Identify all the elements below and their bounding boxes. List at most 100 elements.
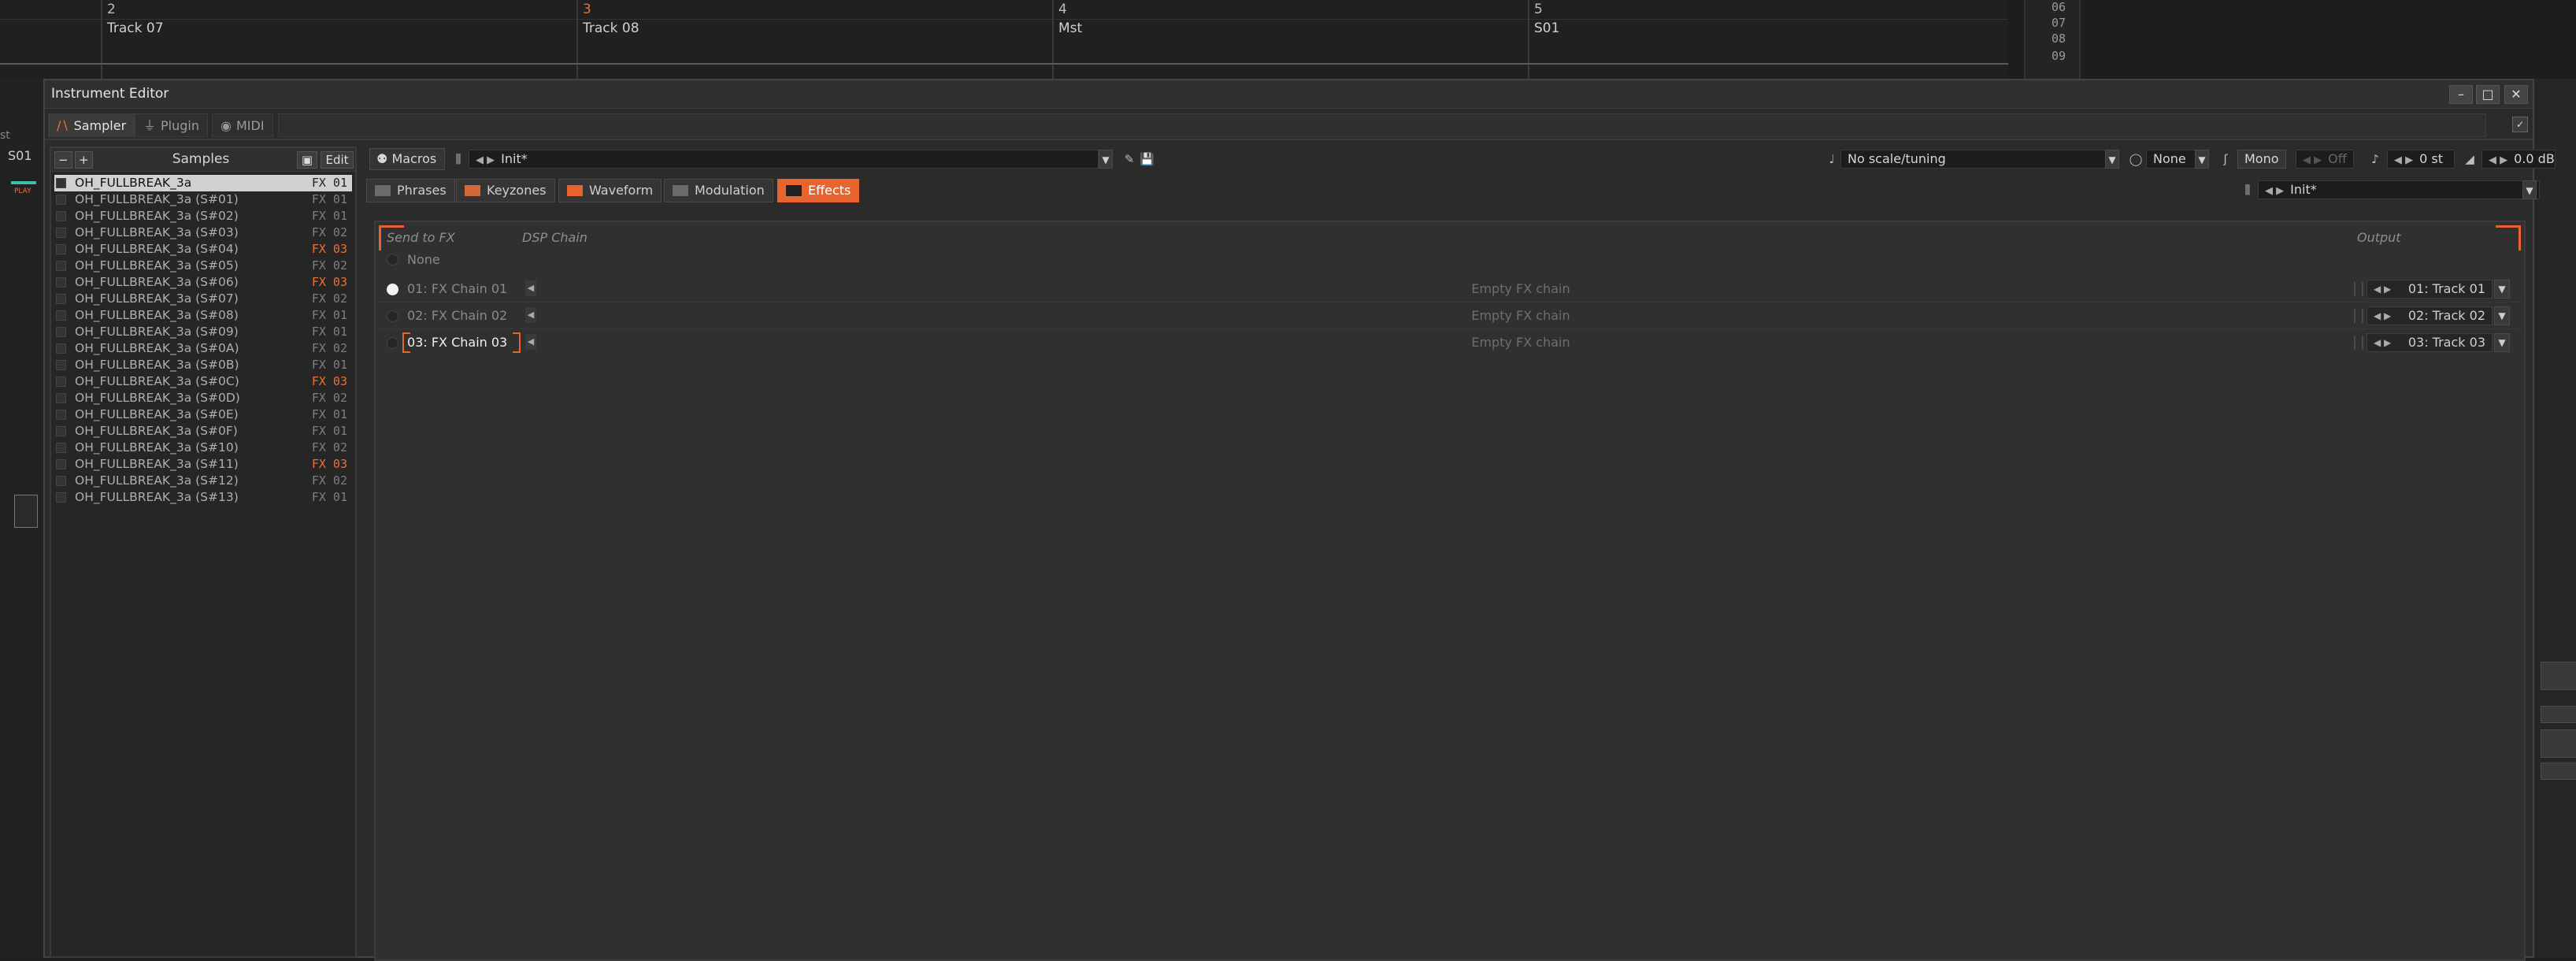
fx-chain-name[interactable]: 03: FX Chain 03	[407, 335, 507, 350]
sample-fx-assignment[interactable]: FX 02	[312, 340, 347, 357]
sample-fx-assignment[interactable]: FX 01	[312, 208, 347, 224]
side-button[interactable]	[2541, 729, 2576, 758]
sample-checkbox[interactable]	[56, 178, 66, 188]
preset-field[interactable]: ◀ ▶ Init*	[469, 150, 1099, 169]
key-dropdown[interactable]: ▼	[2195, 150, 2209, 169]
sample-checkbox[interactable]	[56, 426, 66, 436]
remove-sample-button[interactable]: −	[54, 151, 72, 169]
side-button[interactable]	[2541, 662, 2576, 690]
sample-checkbox[interactable]	[56, 377, 66, 387]
sample-list-item[interactable]: OH_FULLBREAK_3a (S#02) FX 01	[54, 208, 352, 224]
sample-list-item[interactable]: OH_FULLBREAK_3a FX 01	[54, 175, 352, 191]
track-column[interactable]: 3 Track 08	[576, 0, 1052, 79]
tab-plugin[interactable]: ⏚ Plugin	[135, 113, 208, 137]
transpose-field[interactable]: ◀ ▶ 0 st	[2387, 150, 2455, 169]
effects-preset-arrows[interactable]: ◀ ▶	[2265, 185, 2284, 197]
transpose-arrows[interactable]: ◀ ▶	[2394, 154, 2413, 166]
sample-fx-assignment[interactable]: FX 01	[312, 175, 347, 191]
close-button[interactable]: ✕	[2504, 85, 2528, 104]
window-titlebar[interactable]: Instrument Editor – □ ✕	[45, 80, 2533, 109]
fx-radio[interactable]	[387, 337, 398, 349]
sample-fx-assignment[interactable]: FX 02	[312, 224, 347, 241]
output-arrows[interactable]: ◀ ▶	[2374, 280, 2391, 298]
tab-midi[interactable]: ◉ MIDI	[212, 113, 273, 137]
side-button[interactable]	[2541, 762, 2576, 780]
sample-list-item[interactable]: OH_FULLBREAK_3a (S#05) FX 02	[54, 258, 352, 274]
sample-list-item[interactable]: OH_FULLBREAK_3a (S#0A) FX 02	[54, 340, 352, 357]
sample-checkbox[interactable]	[56, 360, 66, 370]
sample-fx-assignment[interactable]: FX 02	[312, 473, 347, 489]
mono-button[interactable]: Mono	[2237, 150, 2286, 169]
sample-fx-assignment[interactable]: FX 03	[312, 274, 347, 291]
sample-checkbox[interactable]	[56, 476, 66, 486]
glide-arrows[interactable]: ◀ ▶	[2303, 154, 2322, 166]
sample-list-item[interactable]: OH_FULLBREAK_3a (S#10) FX 02	[54, 440, 352, 456]
edit-samples-button[interactable]: Edit	[321, 151, 354, 169]
sample-browser-icon[interactable]: ▣	[297, 151, 317, 169]
glide-field[interactable]: ◀ ▶ Off	[2296, 150, 2354, 169]
fx-output-field[interactable]: ◀ ▶ 02: Track 02	[2367, 306, 2493, 325]
sample-checkbox[interactable]	[56, 294, 66, 304]
output-arrows[interactable]: ◀ ▶	[2374, 334, 2391, 351]
tab-effects[interactable]: Effects	[777, 179, 860, 202]
fx-output-field[interactable]: ◀ ▶ 03: Track 03	[2367, 333, 2493, 352]
sample-checkbox[interactable]	[56, 443, 66, 453]
fx-radio[interactable]	[387, 284, 398, 295]
tab-modulation[interactable]: Modulation	[664, 179, 773, 202]
fx-chain-row[interactable]: 02: FX Chain 02 ◀ Empty FX chain ▶ ◀ ▶02…	[379, 302, 2521, 329]
fx-output-dropdown[interactable]: ▼	[2494, 333, 2510, 352]
sample-list-item[interactable]: OH_FULLBREAK_3a (S#0C) FX 03	[54, 373, 352, 390]
sample-list-item[interactable]: OH_FULLBREAK_3a (S#08) FX 01	[54, 307, 352, 324]
tab-sampler[interactable]: ∕∖ Sampler	[48, 113, 135, 137]
fx-output-dropdown[interactable]: ▼	[2494, 280, 2510, 299]
sample-fx-assignment[interactable]: FX 01	[312, 191, 347, 208]
preset-nav-arrows[interactable]: ◀ ▶	[476, 154, 495, 166]
sample-fx-assignment[interactable]: FX 01	[312, 423, 347, 440]
sample-list-item[interactable]: OH_FULLBREAK_3a (S#0B) FX 01	[54, 357, 352, 373]
fx-radio[interactable]	[387, 310, 398, 322]
tab-waveform[interactable]: Waveform	[558, 179, 662, 202]
fx-output-field[interactable]: ◀ ▶ 01: Track 01	[2367, 280, 2493, 299]
track-column[interactable]: 4 Mst	[1052, 0, 1528, 79]
side-button[interactable]	[2541, 706, 2576, 723]
effects-preset-field[interactable]: ◀ ▶ Init*	[2258, 180, 2540, 199]
sample-list-item[interactable]: OH_FULLBREAK_3a (S#03) FX 02	[54, 224, 352, 241]
sample-fx-assignment[interactable]: FX 01	[312, 406, 347, 423]
sample-list-item[interactable]: OH_FULLBREAK_3a (S#09) FX 01	[54, 324, 352, 340]
sample-list-item[interactable]: OH_FULLBREAK_3a (S#12) FX 02	[54, 473, 352, 489]
tab-phrases[interactable]: Phrases	[366, 179, 455, 202]
macros-button[interactable]: ⚉ Macros	[369, 148, 445, 170]
sample-fx-assignment[interactable]: FX 03	[312, 456, 347, 473]
sample-list-item[interactable]: OH_FULLBREAK_3a (S#01) FX 01	[54, 191, 352, 208]
sample-checkbox[interactable]	[56, 310, 66, 321]
sample-checkbox[interactable]	[56, 277, 66, 288]
sample-list-item[interactable]: OH_FULLBREAK_3a (S#04) FX 03	[54, 241, 352, 258]
tab-keyzones[interactable]: Keyzones	[456, 179, 555, 202]
sample-checkbox[interactable]	[56, 327, 66, 337]
scale-field[interactable]: No scale/tuning	[1840, 150, 2111, 169]
sample-checkbox[interactable]	[56, 195, 66, 205]
sample-list-item[interactable]: OH_FULLBREAK_3a (S#0D) FX 02	[54, 390, 352, 406]
minimize-button[interactable]: –	[2449, 85, 2473, 104]
sample-list-item[interactable]: OH_FULLBREAK_3a (S#07) FX 02	[54, 291, 352, 307]
effects-preset-library-icon[interactable]: ⫼	[2241, 182, 2255, 198]
sample-list-item[interactable]: OH_FULLBREAK_3a (S#11) FX 03	[54, 456, 352, 473]
sample-fx-assignment[interactable]: FX 01	[312, 307, 347, 324]
add-sample-button[interactable]: +	[75, 151, 93, 169]
sample-fx-assignment[interactable]: FX 03	[312, 373, 347, 390]
preset-library-icon[interactable]: ⫼	[451, 151, 465, 167]
chain-left-arrow[interactable]: ◀	[525, 307, 536, 323]
track-column[interactable]: 2 Track 07	[101, 0, 576, 79]
sample-checkbox[interactable]	[56, 228, 66, 238]
sample-fx-assignment[interactable]: FX 01	[312, 324, 347, 340]
sample-list-item[interactable]: OH_FULLBREAK_3a (S#0E) FX 01	[54, 406, 352, 423]
sample-fx-assignment[interactable]: FX 02	[312, 291, 347, 307]
preset-dropdown[interactable]: ▼	[1099, 150, 1113, 169]
fx-output-dropdown[interactable]: ▼	[2494, 306, 2510, 325]
maximize-button[interactable]: □	[2476, 85, 2500, 104]
sample-checkbox[interactable]	[56, 459, 66, 469]
volume-arrows[interactable]: ◀ ▶	[2489, 154, 2507, 166]
sample-fx-assignment[interactable]: FX 02	[312, 258, 347, 274]
chain-left-arrow[interactable]: ◀	[525, 334, 536, 350]
output-arrows[interactable]: ◀ ▶	[2374, 307, 2391, 325]
